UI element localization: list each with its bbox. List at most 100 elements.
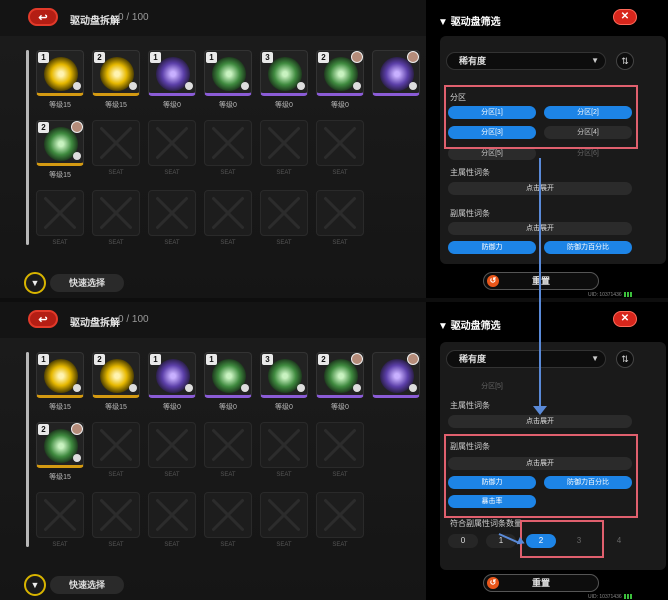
disc-slot[interactable] [372, 352, 420, 398]
quick-select-button[interactable]: 快速选择 [50, 274, 124, 292]
rank-badge: 2 [94, 52, 105, 63]
close-button[interactable]: ✕ [613, 311, 637, 327]
lock-icon [409, 82, 417, 90]
disc-slot[interactable]: 2 [316, 352, 364, 398]
disc-slot[interactable]: 2 [36, 120, 84, 166]
sub-stat-label: 副属性词条 [450, 209, 490, 218]
sort-order-button[interactable]: ⇅ [616, 350, 634, 368]
annotation-arrow-head [533, 406, 547, 415]
back-icon: ↩ [38, 11, 48, 24]
empty-slot [204, 190, 252, 236]
empty-slot [204, 492, 252, 538]
disc-slot[interactable]: 2 [92, 50, 140, 96]
match-count-0[interactable]: 0 [448, 534, 478, 548]
filter-title: ▼ 驱动盘筛选 [438, 17, 501, 28]
empty-slot [260, 492, 308, 538]
quick-select-bar: ▼ 快速选择 [24, 574, 124, 596]
sub-stat-chip-def[interactable]: 防御力 [448, 241, 536, 254]
disc-slot[interactable]: 1 [148, 352, 196, 398]
match-count-4[interactable]: 4 [604, 534, 634, 548]
disc-slot[interactable]: 1 [36, 352, 84, 398]
empty-slot [316, 190, 364, 236]
disc-slot[interactable]: 1 [204, 50, 252, 96]
disc-level: 等级0 [219, 404, 237, 411]
disc-slot[interactable] [372, 50, 420, 96]
disc-level: 等级15 [49, 172, 71, 179]
lock-icon [73, 82, 81, 90]
sort-select[interactable]: 稀有度 ▼ [446, 52, 606, 70]
lock-icon [129, 82, 137, 90]
screenshot-stage: ↩ 驱动盘拆解 0 / 100 1 等级15 2 等级15 1 等级0 1 等级0 3 等级0 2 等… [0, 0, 668, 600]
empty-slot-label: SEAT [276, 472, 292, 478]
empty-slot-label: SEAT [332, 240, 348, 246]
sort-order-button[interactable]: ⇅ [616, 52, 634, 70]
avatar [71, 423, 83, 435]
back-button[interactable]: ↩ [28, 310, 58, 328]
empty-slot [316, 120, 364, 166]
empty-slot [316, 422, 364, 468]
empty-slot-label: SEAT [276, 542, 292, 548]
inventory-scrollbar[interactable] [26, 352, 29, 547]
signal-icon [624, 594, 634, 599]
empty-slot [148, 492, 196, 538]
disc-inventory-panel: ↩ 驱动盘拆解 0 / 100 1 等级15 2 等级15 1 等级0 1 等级0 3 等级0 2 等… [0, 302, 426, 600]
inventory-scrollbar[interactable] [26, 50, 29, 245]
reset-button[interactable]: ↺重置 [483, 574, 599, 592]
disc-level: 等级15 [105, 404, 127, 411]
filter-panel: ▼ 驱动盘筛选 ✕ 稀有度 ▼ ⇅ 分区 分区[1] 分区[2] 分区[3] 分区… [426, 0, 668, 298]
empty-slot [204, 120, 252, 166]
disc-level: 等级0 [331, 102, 349, 109]
back-button[interactable]: ↩ [28, 8, 58, 26]
rank-badge: 1 [38, 52, 49, 63]
empty-slot-label: SEAT [108, 542, 124, 548]
top-screen: ↩ 驱动盘拆解 0 / 100 1 等级15 2 等级15 1 等级0 1 等级0 3 等级0 2 等… [0, 0, 668, 298]
disc-slot[interactable]: 3 [260, 352, 308, 398]
scrollbar-thumb[interactable] [26, 352, 29, 547]
quick-select-button[interactable]: 快速选择 [50, 576, 124, 594]
lock-icon [241, 82, 249, 90]
empty-slot [316, 492, 364, 538]
empty-slot [148, 422, 196, 468]
scrollbar-thumb[interactable] [26, 50, 29, 245]
lock-icon [185, 384, 193, 392]
avatar [407, 51, 419, 63]
funnel-icon: ▼ [30, 580, 40, 590]
rank-badge: 1 [38, 354, 49, 365]
empty-slot-label: SEAT [164, 472, 180, 478]
empty-slot [36, 190, 84, 236]
avatar [351, 353, 363, 365]
reset-button[interactable]: ↺重置 [483, 272, 599, 290]
disc-slot[interactable]: 2 [92, 352, 140, 398]
disc-level: 等级15 [105, 102, 127, 109]
rank-badge: 2 [38, 122, 49, 133]
chevron-down-icon: ▼ [591, 354, 599, 363]
disc-slot[interactable]: 1 [204, 352, 252, 398]
filter-funnel-button[interactable]: ▼ [24, 272, 46, 294]
disc-slot[interactable]: 2 [316, 50, 364, 96]
close-button[interactable]: ✕ [613, 9, 637, 25]
sort-select[interactable]: 稀有度 ▼ [446, 350, 606, 368]
swap-icon: ⇅ [621, 56, 629, 66]
signal-icon [624, 292, 634, 297]
lock-icon [73, 152, 81, 160]
empty-slot-label: SEAT [164, 542, 180, 548]
rank-badge: 1 [206, 354, 217, 365]
disc-slot[interactable]: 1 [148, 50, 196, 96]
disc-level: 等级15 [49, 404, 71, 411]
partition-chip-5[interactable]: 分区[5] [448, 380, 536, 393]
disc-slot[interactable]: 1 [36, 50, 84, 96]
avatar [407, 353, 419, 365]
main-stat-label: 主属性词条 [450, 401, 490, 410]
lock-icon [185, 82, 193, 90]
lock-icon [297, 82, 305, 90]
disc-slot[interactable]: 3 [260, 50, 308, 96]
empty-slot-label: SEAT [276, 240, 292, 246]
main-stat-expand-button[interactable]: 点击展开 [448, 415, 632, 428]
lock-icon [353, 384, 361, 392]
filter-funnel-button[interactable]: ▼ [24, 574, 46, 596]
reset-icon: ↺ [487, 275, 499, 287]
uid-label: UID: 10371436 [588, 594, 622, 600]
sub-stat-chip-def-pct[interactable]: 防御力百分比 [544, 241, 632, 254]
disc-slot[interactable]: 2 [36, 422, 84, 468]
empty-slot-label: SEAT [220, 542, 236, 548]
